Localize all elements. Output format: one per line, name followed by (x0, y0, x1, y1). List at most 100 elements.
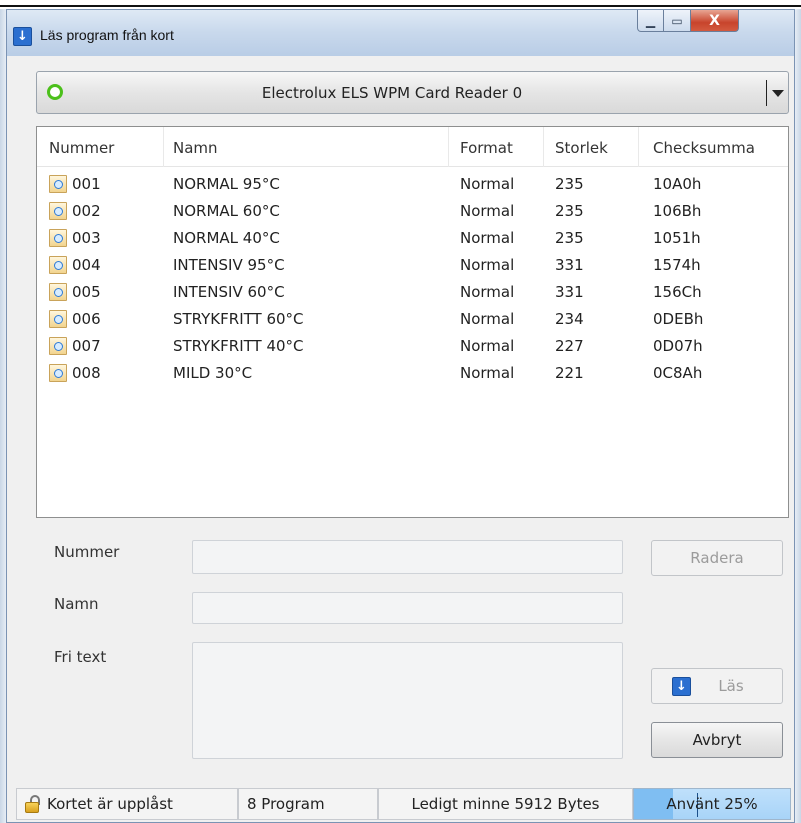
namn-label: Namn (54, 595, 99, 613)
program-format: Normal (460, 337, 515, 355)
program-number: 008 (72, 364, 101, 382)
column-header-format[interactable]: Format (460, 139, 513, 157)
program-file-icon (49, 310, 67, 328)
program-file-icon (49, 175, 67, 193)
program-number: 003 (72, 229, 101, 247)
program-format: Normal (460, 202, 515, 220)
column-header-storlek[interactable]: Storlek (555, 139, 608, 157)
las-button-label: Läs (718, 677, 744, 695)
program-number: 007 (72, 337, 101, 355)
list-item[interactable]: 007 STRYKFRITT 40°C Normal 227 0D07h (37, 333, 788, 360)
program-name: NORMAL 60°C (173, 202, 280, 220)
program-size: 227 (555, 337, 584, 355)
program-name: INTENSIV 95°C (173, 256, 285, 274)
list-header: Nummer Namn Format Storlek Checksumma (37, 127, 788, 167)
column-header-nummer[interactable]: Nummer (49, 139, 114, 157)
program-name: INTENSIV 60°C (173, 283, 285, 301)
program-format: Normal (460, 283, 515, 301)
download-arrow-icon: ↓ (13, 27, 32, 46)
las-button[interactable]: ↓ Läs (651, 668, 783, 704)
list-item[interactable]: 003 NORMAL 40°C Normal 235 1051h (37, 225, 788, 252)
program-format: Normal (460, 256, 515, 274)
program-number: 001 (72, 175, 101, 193)
column-divider (638, 127, 639, 167)
unlocked-lock-icon (25, 795, 41, 813)
fritext-field[interactable] (192, 642, 623, 759)
program-file-icon (49, 337, 67, 355)
program-name: STRYKFRITT 40°C (173, 337, 304, 355)
list-item[interactable]: 005 INTENSIV 60°C Normal 331 156Ch (37, 279, 788, 306)
chevron-down-icon[interactable] (766, 80, 786, 106)
program-name: MILD 30°C (173, 364, 253, 382)
program-checksum: 0D07h (653, 337, 703, 355)
program-file-icon (49, 229, 67, 247)
program-size: 221 (555, 364, 584, 382)
program-size: 235 (555, 175, 584, 193)
status-bar: Kortet är upplåst 8 Program Ledigt minne… (7, 780, 794, 822)
column-divider (163, 127, 164, 167)
program-file-icon (49, 364, 67, 382)
nummer-field[interactable] (192, 540, 623, 574)
maximize-icon: ▭ (671, 13, 683, 28)
list-item[interactable]: 002 NORMAL 60°C Normal 235 106Bh (37, 198, 788, 225)
program-format: Normal (460, 364, 515, 382)
maximize-button[interactable]: ▭ (664, 10, 691, 32)
program-checksum: 0DEBh (653, 310, 704, 328)
nummer-label: Nummer (54, 543, 120, 561)
program-size: 235 (555, 202, 584, 220)
program-name: STRYKFRITT 60°C (173, 310, 304, 328)
program-number: 004 (72, 256, 101, 274)
program-number: 005 (72, 283, 101, 301)
card-reader-selector[interactable]: Electrolux ELS WPM Card Reader 0 (36, 71, 789, 114)
card-reader-name: Electrolux ELS WPM Card Reader 0 (261, 84, 523, 102)
program-list: Nummer Namn Format Storlek Checksumma 00… (36, 126, 789, 518)
title-bar[interactable]: ↓ Läs program från kort ▁ ▭ X (7, 10, 794, 56)
column-divider (448, 127, 449, 167)
program-size: 235 (555, 229, 584, 247)
window-right-frame (795, 9, 801, 823)
status-used-memory: Använt 25% (633, 788, 791, 820)
window-title: Läs program från kort (40, 27, 174, 43)
used-memory-text: Använt 25% (666, 795, 758, 813)
column-divider (543, 127, 544, 167)
column-header-namn[interactable]: Namn (173, 139, 218, 157)
status-lock: Kortet är upplåst (16, 788, 238, 820)
avbryt-button[interactable]: Avbryt (651, 722, 783, 758)
program-format: Normal (460, 310, 515, 328)
list-item[interactable]: 006 STRYKFRITT 60°C Normal 234 0DEBh (37, 306, 788, 333)
window-controls: ▁ ▭ X (637, 10, 739, 32)
program-format: Normal (460, 175, 515, 193)
fritext-label: Fri text (54, 648, 107, 666)
download-arrow-icon: ↓ (672, 677, 691, 696)
program-size: 331 (555, 256, 584, 274)
program-checksum: 1051h (653, 229, 701, 247)
namn-field[interactable] (192, 592, 623, 624)
program-name: NORMAL 95°C (173, 175, 280, 193)
lock-status-text: Kortet är upplåst (47, 795, 173, 813)
program-checksum: 106Bh (653, 202, 702, 220)
program-file-icon (49, 283, 67, 301)
minimize-button[interactable]: ▁ (637, 10, 664, 32)
program-checksum: 0C8Ah (653, 364, 703, 382)
program-checksum: 156Ch (653, 283, 702, 301)
radera-button[interactable]: Radera (651, 540, 783, 576)
program-format: Normal (460, 229, 515, 247)
status-program-count: 8 Program (238, 788, 378, 820)
list-item[interactable]: 008 MILD 30°C Normal 221 0C8Ah (37, 360, 788, 387)
program-file-icon (49, 256, 67, 274)
list-item[interactable]: 004 INTENSIV 95°C Normal 331 1574h (37, 252, 788, 279)
program-checksum: 10A0h (653, 175, 702, 193)
close-button[interactable]: X (691, 10, 739, 32)
program-number: 002 (72, 202, 101, 220)
list-item[interactable]: 001 NORMAL 95°C Normal 235 10A0h (37, 171, 788, 198)
close-icon: X (709, 12, 720, 29)
read-program-dialog: ↓ Läs program från kort ▁ ▭ X Electrolux… (6, 9, 795, 823)
program-number: 006 (72, 310, 101, 328)
minimize-icon: ▁ (645, 13, 656, 28)
column-header-checksumma[interactable]: Checksumma (653, 139, 755, 157)
program-checksum: 1574h (653, 256, 701, 274)
program-file-icon (49, 202, 67, 220)
status-free-memory: Ledigt minne 5912 Bytes (378, 788, 633, 820)
screen-top-edge (0, 0, 801, 7)
program-size: 234 (555, 310, 584, 328)
